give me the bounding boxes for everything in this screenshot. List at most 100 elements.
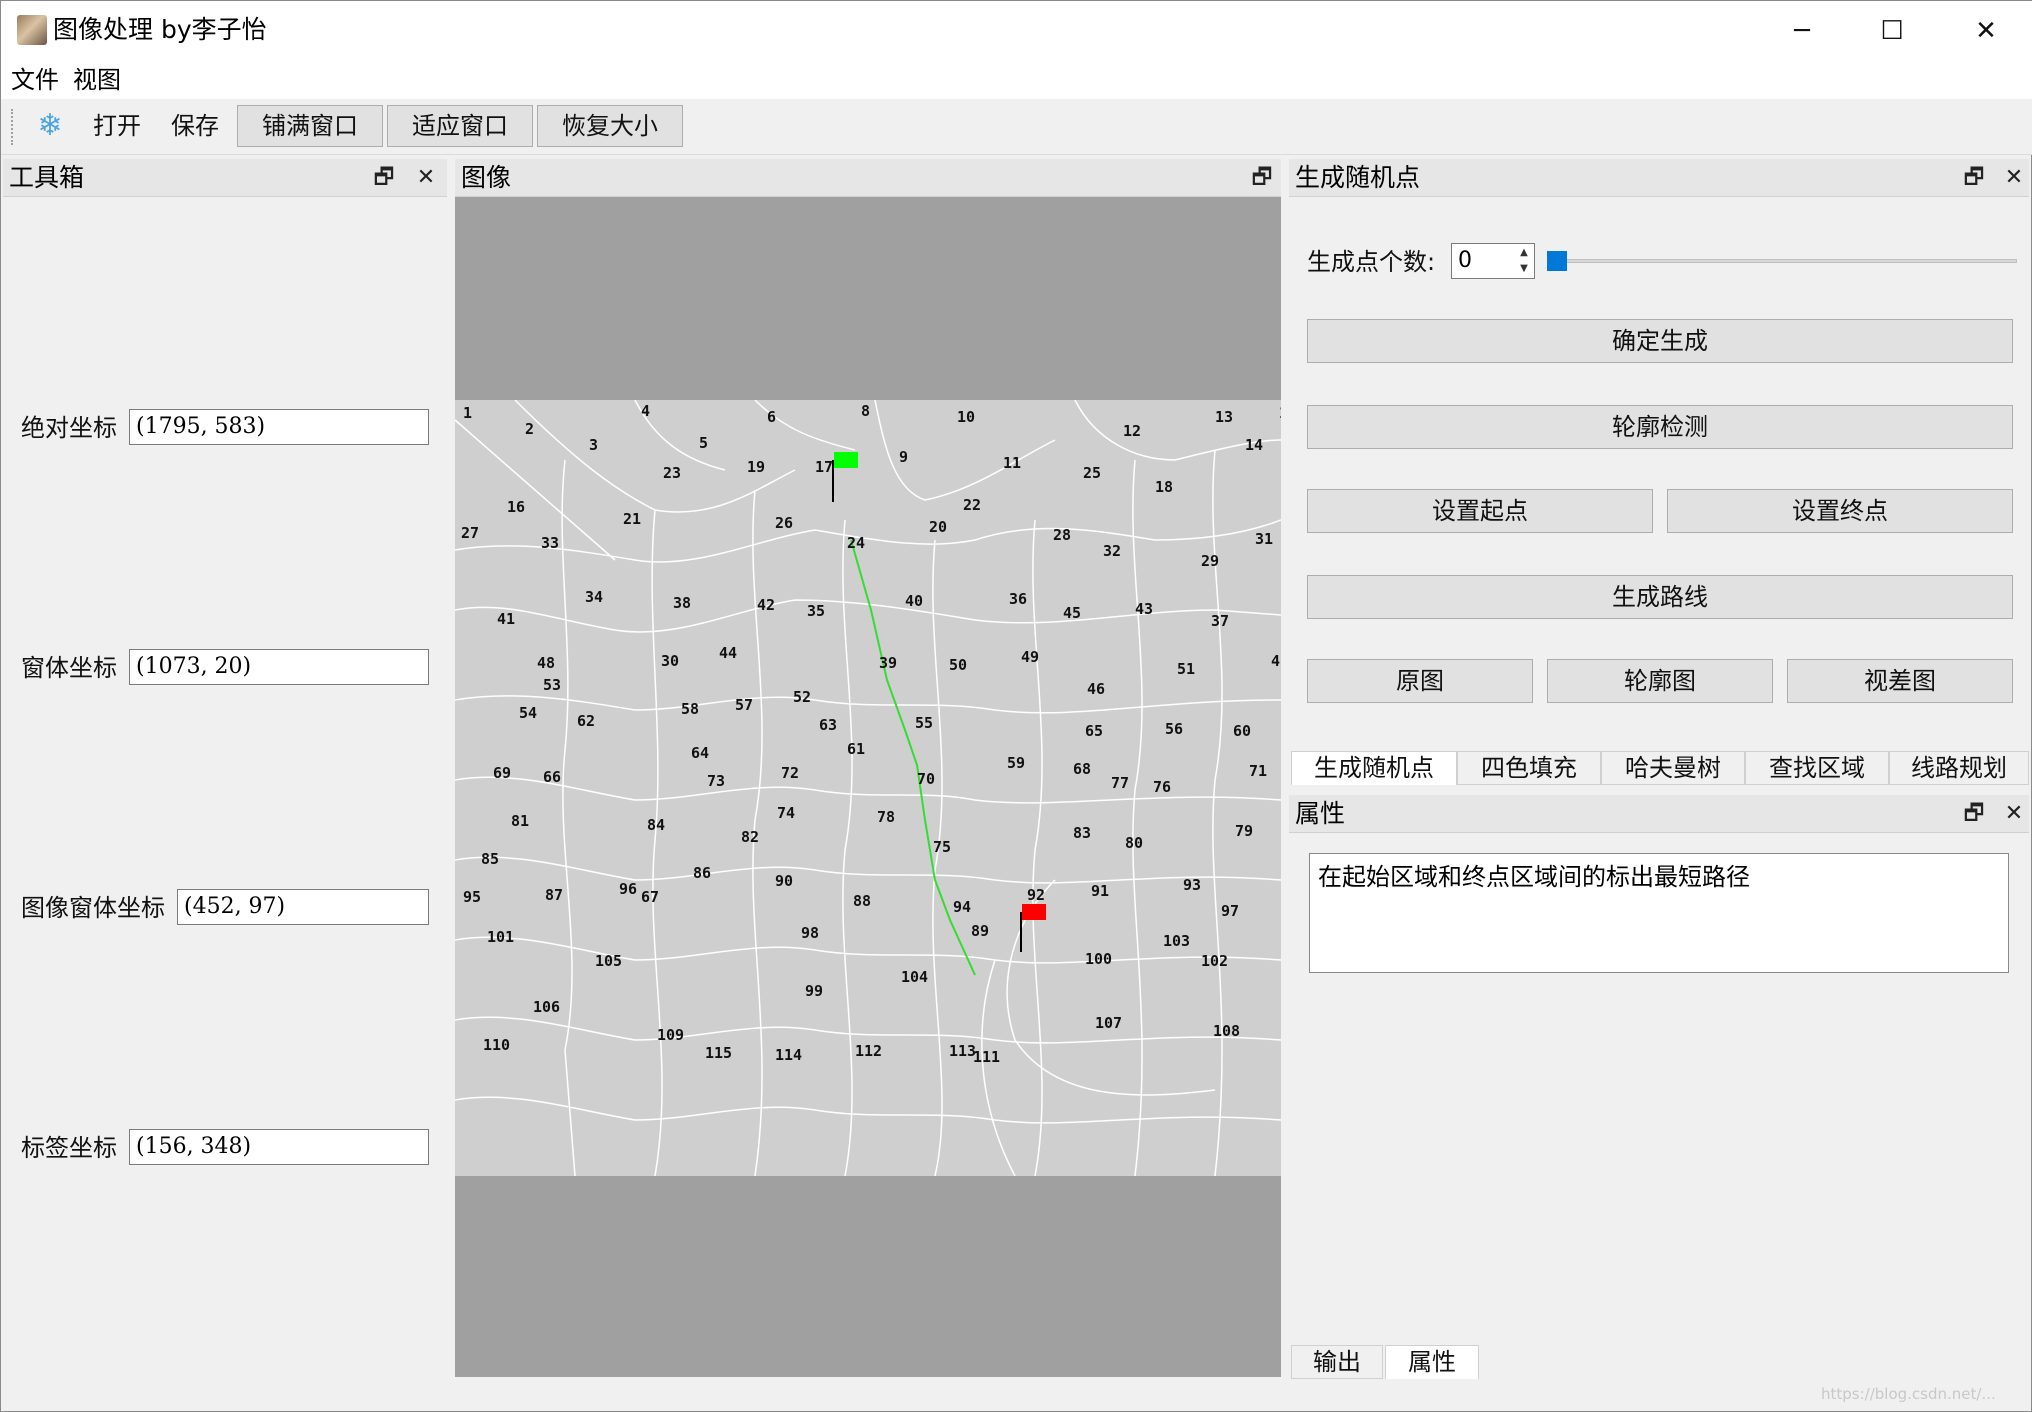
- open-button[interactable]: 打开: [93, 109, 141, 143]
- region-label: 65: [1085, 722, 1103, 740]
- region-label: 115: [705, 1044, 732, 1062]
- maximize-button[interactable]: ☐: [1847, 1, 1937, 61]
- region-label: 57: [735, 696, 753, 714]
- toolbox-title: 工具箱: [9, 163, 85, 192]
- float-icon[interactable]: 🗗: [1959, 163, 1989, 193]
- region-label: 88: [853, 892, 871, 910]
- region-labels: 1234568101213141516171819202122232425262…: [461, 402, 1281, 1066]
- toolbox-titlebar: 工具箱 🗗 ✕: [3, 159, 447, 197]
- image-window-coord-field[interactable]: (452, 97): [177, 889, 429, 925]
- region-label: 109: [657, 1026, 684, 1044]
- float-icon[interactable]: 🗗: [1247, 163, 1277, 193]
- region-label: 108: [1213, 1022, 1240, 1040]
- region-label: 43: [1135, 600, 1153, 618]
- close-icon[interactable]: ✕: [411, 163, 441, 193]
- close-icon[interactable]: ✕: [1999, 799, 2029, 829]
- tab-properties[interactable]: 属性: [1385, 1345, 1479, 1379]
- region-label: 62: [577, 712, 595, 730]
- region-label: 71: [1249, 762, 1267, 780]
- region-label: 26: [775, 514, 793, 532]
- region-label: 99: [805, 982, 823, 1000]
- region-label: 9: [899, 448, 908, 466]
- region-label: 4: [641, 402, 650, 420]
- spin-arrows-icon[interactable]: ▲ ▼: [1515, 245, 1533, 277]
- start-flag: [832, 452, 858, 502]
- tab-huffman[interactable]: 哈夫曼树: [1601, 751, 1745, 785]
- region-label: 13: [1215, 408, 1233, 426]
- toolbar: ❄ 打开 保存 铺满窗口 适应窗口 恢复大小: [1, 99, 2032, 155]
- tab-route-planning[interactable]: 线路规划: [1889, 751, 2029, 785]
- tag-coord-field[interactable]: (156, 348): [129, 1129, 429, 1165]
- set-start-button[interactable]: 设置起点: [1307, 489, 1653, 533]
- region-label: 91: [1091, 882, 1109, 900]
- region-label: 46: [1087, 680, 1105, 698]
- tab-four-color[interactable]: 四色填充: [1457, 751, 1601, 785]
- menu-file[interactable]: 文件: [11, 63, 59, 97]
- restore-size-button[interactable]: 恢复大小: [537, 105, 683, 147]
- float-icon[interactable]: 🗗: [369, 163, 399, 193]
- count-slider-track[interactable]: [1547, 259, 2017, 263]
- fill-window-button[interactable]: 铺满窗口: [237, 105, 383, 147]
- region-label: 44: [719, 644, 737, 662]
- contour-detect-button[interactable]: 轮廓检测: [1307, 405, 2013, 449]
- tab-random-points[interactable]: 生成随机点: [1291, 751, 1457, 785]
- properties-textbox[interactable]: 在起始区域和终点区域间的标出最短路径: [1309, 853, 2009, 973]
- region-label: 96: [619, 880, 637, 898]
- save-button[interactable]: 保存: [171, 109, 219, 143]
- tab-output[interactable]: 输出: [1291, 1345, 1383, 1379]
- confirm-generate-button[interactable]: 确定生成: [1307, 319, 2013, 363]
- region-label: 70: [917, 770, 935, 788]
- count-slider-handle[interactable]: [1547, 251, 1567, 271]
- region-label: 90: [775, 872, 793, 890]
- disparity-map-button[interactable]: 视差图: [1787, 659, 2013, 703]
- main-window: 图像处理 by李子怡 ─ ☐ ✕ 文件 视图 ❄ 打开 保存 铺满窗口 适应窗口…: [0, 0, 2032, 1412]
- fit-window-button[interactable]: 适应窗口: [387, 105, 533, 147]
- region-label: 37: [1211, 612, 1229, 630]
- original-image-button[interactable]: 原图: [1307, 659, 1533, 703]
- toolbar-grip[interactable]: [11, 109, 15, 145]
- region-label: 78: [877, 808, 895, 826]
- float-icon[interactable]: 🗗: [1959, 799, 1989, 829]
- menu-view[interactable]: 视图: [73, 63, 121, 97]
- region-label: 89: [971, 922, 989, 940]
- region-label: 72: [781, 764, 799, 782]
- region-label: 69: [493, 764, 511, 782]
- title-bar: 图像处理 by李子怡 ─ ☐ ✕: [1, 1, 2032, 61]
- region-label: 33: [541, 534, 559, 552]
- contour-map-button[interactable]: 轮廓图: [1547, 659, 1773, 703]
- region-label: 105: [595, 952, 622, 970]
- image-titlebar: 图像 🗗: [455, 159, 1281, 197]
- region-label: 98: [801, 924, 819, 942]
- close-button[interactable]: ✕: [1941, 1, 2031, 61]
- generate-route-button[interactable]: 生成路线: [1307, 575, 2013, 619]
- region-map[interactable]: 1234568101213141516171819202122232425262…: [455, 400, 1281, 1176]
- region-label: 60: [1233, 722, 1251, 740]
- window-coord-field[interactable]: (1073, 20): [129, 649, 429, 685]
- region-label: 111: [973, 1048, 1000, 1066]
- set-end-button[interactable]: 设置终点: [1667, 489, 2013, 533]
- region-label: 110: [483, 1036, 510, 1054]
- image-title: 图像: [461, 163, 512, 192]
- minimize-button[interactable]: ─: [1757, 1, 1847, 61]
- region-label: 103: [1163, 932, 1190, 950]
- region-label: 2: [525, 420, 534, 438]
- app-icon: [17, 15, 47, 45]
- region-label: 15: [1279, 404, 1281, 422]
- region-label: 41: [497, 610, 515, 628]
- random-points-titlebar: 生成随机点 🗗 ✕: [1289, 159, 2029, 197]
- snowflake-icon[interactable]: ❄: [33, 109, 67, 143]
- absolute-coord-field[interactable]: (1795, 583): [129, 409, 429, 445]
- tab-find-region[interactable]: 查找区域: [1745, 751, 1889, 785]
- image-window-coord-label: 图像窗体坐标: [21, 894, 165, 922]
- close-icon[interactable]: ✕: [1999, 163, 2029, 193]
- region-label: 76: [1153, 778, 1171, 796]
- region-label: 56: [1165, 720, 1183, 738]
- window-title: 图像处理 by李子怡: [53, 15, 267, 44]
- region-label: 20: [929, 518, 947, 536]
- region-label: 38: [673, 594, 691, 612]
- region-label: 31: [1255, 530, 1273, 548]
- region-label: 42: [757, 596, 775, 614]
- region-label: 6: [767, 408, 776, 426]
- region-label: 86: [693, 864, 711, 882]
- region-label: 47: [1271, 652, 1281, 670]
